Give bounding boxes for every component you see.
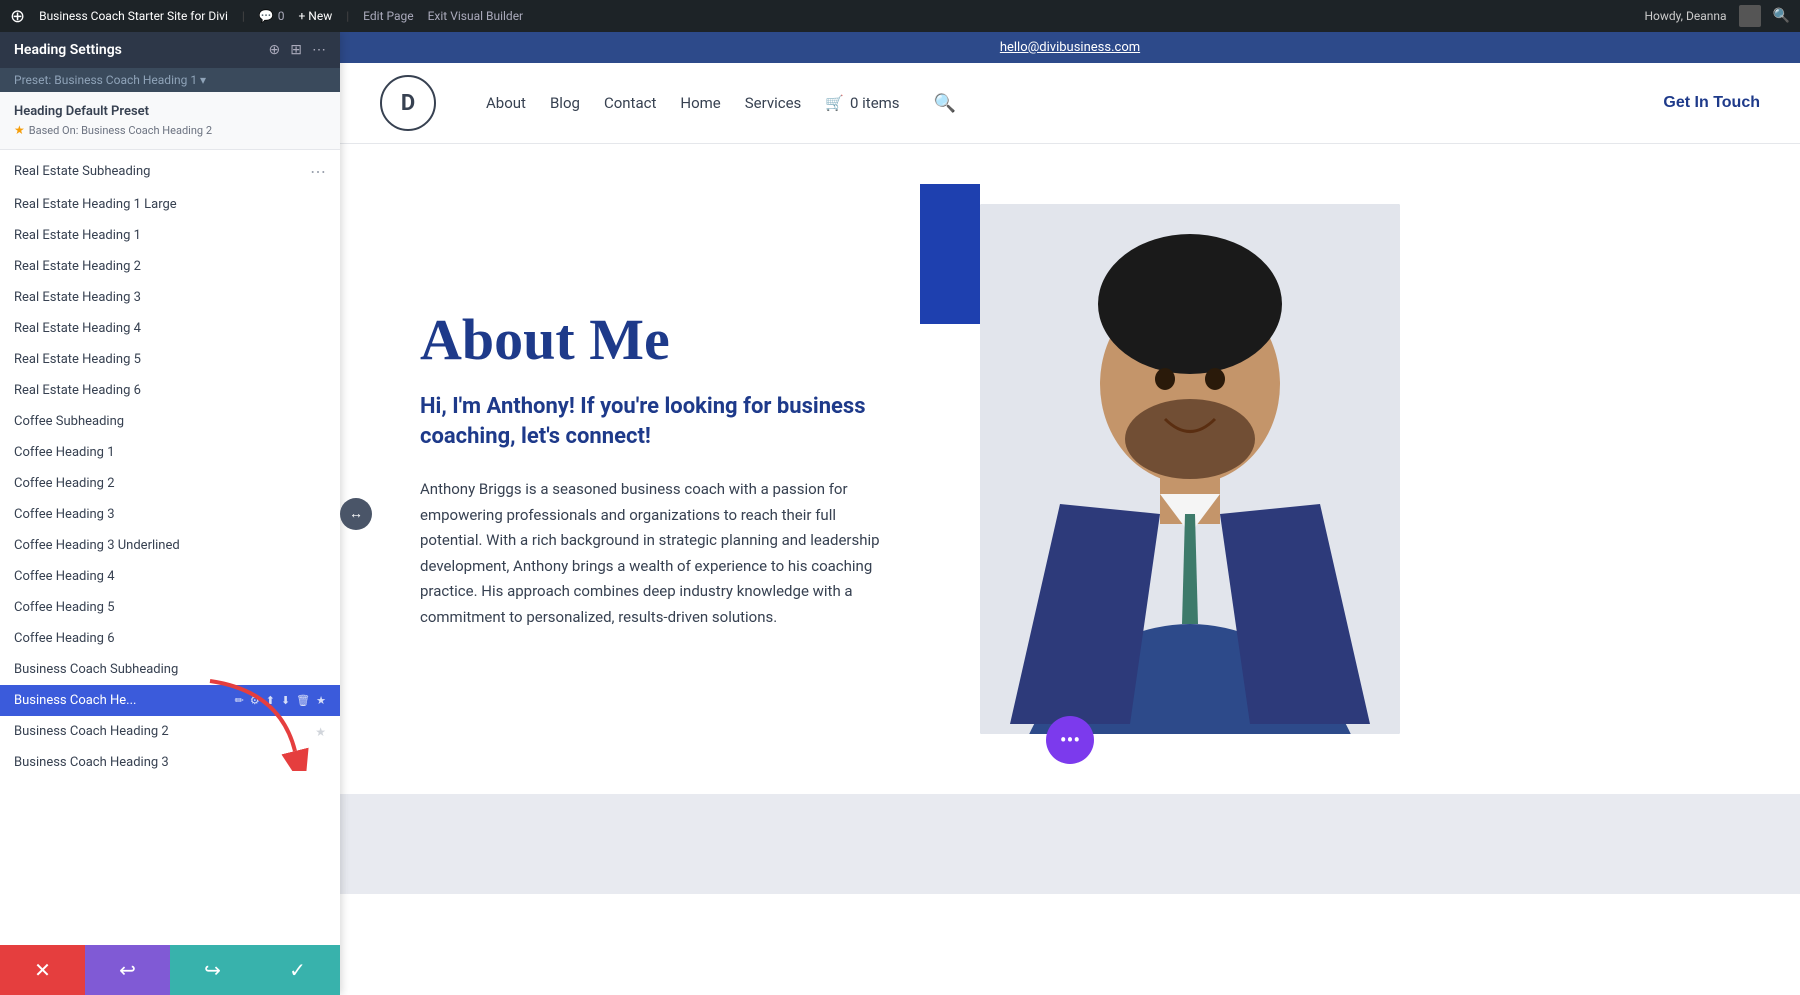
undo-icon: ↩	[119, 958, 136, 983]
list-item[interactable]: Coffee Heading 5	[0, 592, 340, 623]
nav-logo[interactable]: D	[380, 75, 436, 131]
hero-body-text: Anthony Briggs is a seasoned business co…	[420, 477, 880, 630]
wordpress-logo-icon[interactable]: ⊕	[10, 6, 25, 27]
nav-link-about[interactable]: About	[486, 94, 526, 112]
default-preset-based: ★ Based On: Business Coach Heading 2	[14, 123, 326, 137]
star-preset-icon[interactable]: ★	[316, 694, 326, 707]
list-item[interactable]: Coffee Heading 3	[0, 499, 340, 530]
bottom-toolbar: ✕ ↩ ↪ ✓	[0, 945, 340, 995]
preset-label: Preset: Business Coach Heading 1 ▾	[14, 73, 206, 87]
redo-button[interactable]: ↪	[170, 945, 255, 995]
panel-header-icons: ⊕ ⊞ ⋯	[269, 42, 326, 58]
list-item[interactable]: Business Coach Heading 2 ★	[0, 716, 340, 747]
cart-icon: 🛒	[825, 94, 844, 112]
target-icon[interactable]: ⊕	[269, 42, 281, 58]
copy-preset-icon[interactable]: ⬇	[281, 694, 290, 707]
delete-preset-icon[interactable]: 🗑	[296, 694, 310, 707]
nav-cta-button[interactable]: Get In Touch	[1663, 94, 1760, 112]
undo-button[interactable]: ↩	[85, 945, 170, 995]
nav-search-icon[interactable]: 🔍	[934, 93, 956, 114]
website-bottom-area	[340, 794, 1800, 894]
default-preset-title: Heading Default Preset	[14, 104, 326, 119]
star-icon: ★	[14, 123, 25, 137]
list-item[interactable]: Coffee Heading 6	[0, 623, 340, 654]
list-item[interactable]: Coffee Heading 2	[0, 468, 340, 499]
upload-preset-icon[interactable]: ⬆	[266, 694, 275, 707]
panel-toggle-handle[interactable]: ↔	[340, 498, 372, 530]
panel-header: Heading Settings ⊕ ⊞ ⋯	[0, 32, 340, 68]
more-options-icon[interactable]: ⋯	[312, 42, 326, 58]
admin-bar: ⊕ Business Coach Starter Site for Divi |…	[0, 0, 1800, 32]
panel-title: Heading Settings	[14, 42, 122, 58]
list-item[interactable]: Coffee Heading 1	[0, 437, 340, 468]
preset-actions: ✏ ⚙ ⬆ ⬇ 🗑 ★	[235, 694, 326, 707]
comments-count[interactable]: 💬 0	[259, 9, 285, 23]
nav-link-blog[interactable]: Blog	[550, 94, 580, 112]
exit-builder-link[interactable]: Exit Visual Builder	[428, 9, 524, 23]
hero-section: About Me Hi, I'm Anthony! If you're look…	[340, 144, 1800, 794]
hero-content: About Me Hi, I'm Anthony! If you're look…	[420, 308, 940, 630]
nav-link-home[interactable]: Home	[680, 94, 720, 112]
hero-photo	[980, 204, 1400, 734]
list-item[interactable]: Real Estate Subheading⋯	[0, 154, 340, 189]
cancel-icon: ✕	[34, 958, 51, 983]
main-layout: Heading Settings ⊕ ⊞ ⋯ Preset: Business …	[0, 32, 1800, 995]
save-icon: ✓	[289, 958, 306, 983]
list-item[interactable]: Real Estate Heading 1 Large	[0, 189, 340, 220]
site-name[interactable]: Business Coach Starter Site for Divi	[39, 9, 228, 23]
toggle-arrow-icon: ↔	[349, 505, 363, 522]
preset-selector[interactable]: Preset: Business Coach Heading 1 ▾	[0, 68, 340, 92]
edit-page-link[interactable]: Edit Page	[363, 9, 413, 23]
list-item[interactable]: Coffee Subheading	[0, 406, 340, 437]
list-item[interactable]: Coffee Heading 4	[0, 561, 340, 592]
list-item[interactable]: Business Coach Subheading	[0, 654, 340, 685]
grid-icon[interactable]: ⊞	[290, 42, 302, 58]
nav-links: About Blog Contact Home Services 🛒 0 ite…	[486, 93, 1633, 114]
active-preset-item[interactable]: Business Coach He... ✏ ⚙ ⬆ ⬇ 🗑 ★	[0, 685, 340, 716]
hero-subtitle: Hi, I'm Anthony! If you're looking for b…	[420, 392, 940, 454]
admin-search-icon[interactable]: 🔍	[1773, 8, 1790, 24]
list-item[interactable]: Business Coach Heading 3	[0, 747, 340, 778]
item-dots-icon[interactable]: ⋯	[302, 162, 326, 181]
website-topbar: hello@divibusiness.com	[340, 32, 1800, 63]
user-avatar	[1739, 5, 1761, 27]
item-star-icon[interactable]: ★	[315, 725, 326, 739]
hero-image-area	[940, 204, 1340, 734]
nav-cart[interactable]: 🛒 0 items	[825, 94, 899, 112]
nav-link-contact[interactable]: Contact	[604, 94, 656, 112]
settings-preset-icon[interactable]: ⚙	[250, 694, 260, 707]
website-area: hello@divibusiness.com D About Blog Cont…	[340, 32, 1800, 995]
topbar-email[interactable]: hello@divibusiness.com	[1000, 40, 1140, 55]
list-item[interactable]: Real Estate Heading 6	[0, 375, 340, 406]
list-item[interactable]: Real Estate Heading 4	[0, 313, 340, 344]
left-panel: Heading Settings ⊕ ⊞ ⋯ Preset: Business …	[0, 32, 340, 995]
save-button[interactable]: ✓	[255, 945, 340, 995]
redo-icon: ↪	[204, 958, 221, 983]
list-item[interactable]: Coffee Heading 3 Underlined	[0, 530, 340, 561]
howdy-label: Howdy, Deanna	[1644, 9, 1726, 23]
hero-blue-accent	[920, 184, 980, 324]
list-item[interactable]: Real Estate Heading 3	[0, 282, 340, 313]
default-preset-section: Heading Default Preset ★ Based On: Busin…	[0, 92, 340, 150]
list-item[interactable]: Real Estate Heading 2	[0, 251, 340, 282]
nav-link-services[interactable]: Services	[745, 94, 802, 112]
floating-dots-button[interactable]: •••	[1046, 716, 1094, 764]
list-item[interactable]: Real Estate Heading 1	[0, 220, 340, 251]
hero-title: About Me	[420, 308, 940, 372]
new-link[interactable]: + New	[299, 9, 333, 23]
website-nav: D About Blog Contact Home Services 🛒 0 i…	[340, 63, 1800, 144]
cart-count: 0 items	[850, 94, 900, 112]
edit-preset-icon[interactable]: ✏	[235, 694, 244, 707]
cancel-button[interactable]: ✕	[0, 945, 85, 995]
presets-list[interactable]: Real Estate Subheading⋯ Real Estate Head…	[0, 150, 340, 995]
dots-icon: •••	[1060, 728, 1080, 752]
list-item[interactable]: Real Estate Heading 5	[0, 344, 340, 375]
